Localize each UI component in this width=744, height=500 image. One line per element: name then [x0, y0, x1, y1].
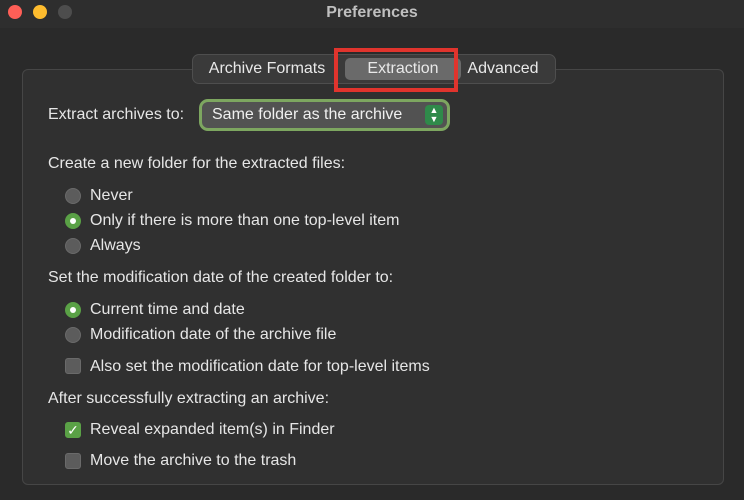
checkbox-top-level-mod-date[interactable] — [65, 358, 81, 374]
mod-date-heading: Set the modification date of the created… — [48, 269, 394, 286]
radio-never[interactable] — [65, 188, 81, 204]
checkbox-top-level-mod-date-label[interactable]: Also set the modification date for top-l… — [90, 358, 430, 376]
radio-current-time-label[interactable]: Current time and date — [90, 301, 245, 319]
tab-archive-formats[interactable]: Archive Formats — [201, 55, 333, 83]
radio-archive-mod-date[interactable] — [65, 327, 81, 343]
extract-to-popup[interactable]: Same folder as the archive ▲ ▼ — [199, 99, 450, 131]
window-title: Preferences — [326, 4, 418, 21]
radio-current-time[interactable] — [65, 302, 81, 318]
radio-archive-mod-date-label[interactable]: Modification date of the archive file — [90, 326, 336, 344]
extract-to-value: Same folder as the archive — [212, 106, 403, 123]
after-extract-heading: After successfully extracting an archive… — [48, 390, 330, 407]
checkbox-move-to-trash[interactable] — [65, 453, 81, 469]
checkbox-reveal-in-finder[interactable]: ✓ — [65, 422, 81, 438]
radio-never-label[interactable]: Never — [90, 187, 133, 205]
tab-advanced[interactable]: Advanced — [461, 55, 545, 83]
chevron-up-down-icon: ▲ ▼ — [425, 105, 443, 125]
checkmark-icon: ✓ — [67, 422, 79, 438]
radio-only-if-multiple-label[interactable]: Only if there is more than one top-level… — [90, 212, 399, 230]
radio-only-if-multiple[interactable] — [65, 213, 81, 229]
radio-always-label[interactable]: Always — [90, 237, 141, 255]
checkbox-move-to-trash-label[interactable]: Move the archive to the trash — [90, 452, 296, 470]
checkbox-reveal-in-finder-label[interactable]: Reveal expanded item(s) in Finder — [90, 421, 335, 439]
extract-to-label: Extract archives to: — [48, 106, 185, 123]
title-bar: Preferences — [0, 0, 744, 28]
new-folder-heading: Create a new folder for the extracted fi… — [48, 155, 346, 172]
radio-always[interactable] — [65, 238, 81, 254]
tab-highlight-box — [334, 48, 458, 92]
